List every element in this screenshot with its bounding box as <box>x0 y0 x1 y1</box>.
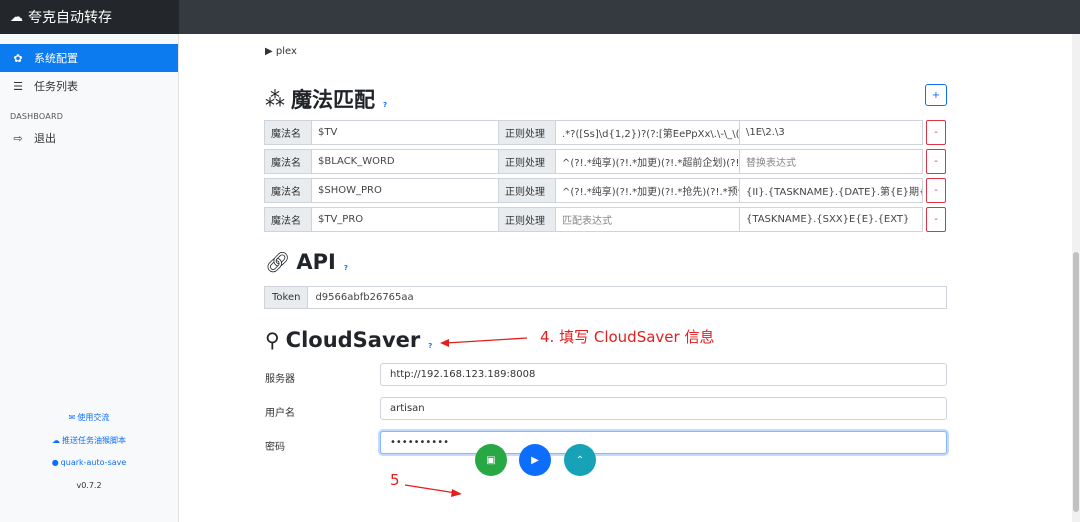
annotation-arrows <box>404 337 528 497</box>
annotation-step5: 5 <box>390 471 400 489</box>
annotation-step4: 4. 填写 CloudSaver 信息 <box>540 328 715 346</box>
scrollbar-thumb[interactable] <box>1073 252 1079 512</box>
